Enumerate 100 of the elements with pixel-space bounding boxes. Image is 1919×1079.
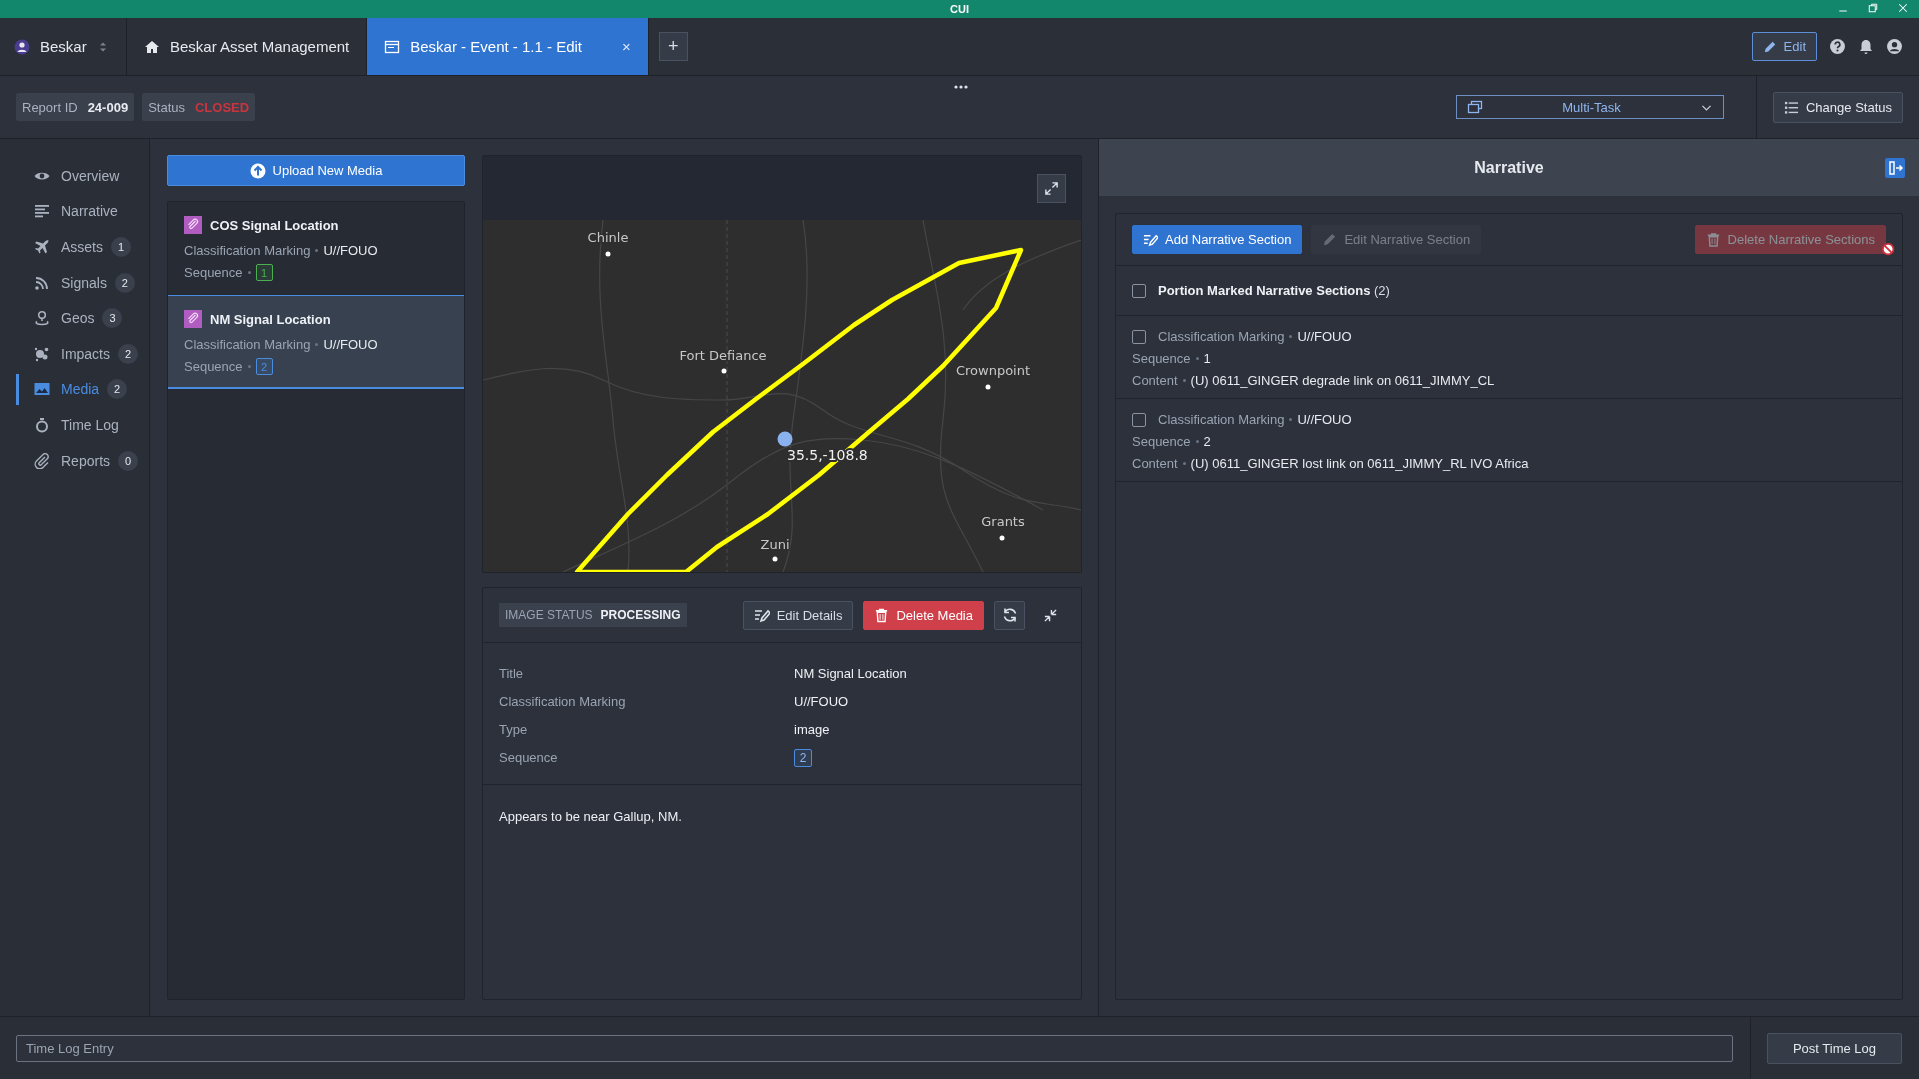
restore-icon[interactable] bbox=[1867, 2, 1879, 14]
airplane-icon bbox=[34, 239, 50, 255]
field-label: Sequence bbox=[184, 265, 243, 280]
add-button[interactable]: Add Narrative Section bbox=[1132, 225, 1303, 254]
field-label: Sequence bbox=[184, 359, 243, 374]
collapse-icon bbox=[1043, 607, 1058, 623]
pencil-icon bbox=[1322, 232, 1338, 247]
media-title: NM Signal Location bbox=[210, 311, 331, 327]
field-label: Title bbox=[499, 665, 525, 682]
report-id-badge: Report ID 24-009 bbox=[16, 93, 135, 121]
window-icon bbox=[384, 38, 401, 55]
separator-dot bbox=[1195, 440, 1199, 443]
change-status-button[interactable]: Change Status bbox=[1773, 91, 1903, 123]
sequence-badge: 2 bbox=[794, 748, 812, 767]
separator-dot bbox=[247, 365, 251, 368]
trash-icon bbox=[874, 607, 890, 623]
field-value: U//FOUO bbox=[1297, 412, 1352, 427]
nav-item[interactable]: Narrative bbox=[0, 193, 149, 230]
time-log-input[interactable]: Time Log Entry bbox=[16, 1034, 1733, 1062]
count-badge: 2 bbox=[107, 379, 128, 400]
nav-item[interactable]: Impacts 2 bbox=[0, 335, 149, 372]
attachment-icon bbox=[184, 310, 202, 328]
attachment-icon bbox=[184, 216, 202, 234]
edit-lines-icon bbox=[1143, 232, 1158, 247]
help-icon[interactable] bbox=[1829, 38, 1846, 55]
checkbox[interactable] bbox=[1132, 329, 1146, 344]
count-badge: 3 bbox=[102, 308, 123, 329]
view-select[interactable]: Multi-Task bbox=[1456, 95, 1724, 119]
nav-item[interactable]: Reports 0 bbox=[0, 442, 149, 479]
town-dot bbox=[999, 535, 1005, 541]
map-pin-icon bbox=[34, 310, 50, 327]
exit-panel-icon[interactable] bbox=[1885, 158, 1905, 178]
field-value: (U) 0611_GINGER degrade link on 0611_JIMMY_CL bbox=[1190, 373, 1495, 388]
nav-item[interactable]: Geos 3 bbox=[0, 300, 149, 336]
field-label: Classification Marking bbox=[1158, 412, 1285, 427]
map-label: Grants bbox=[981, 514, 1025, 529]
tab[interactable]: Beskar - Event - 1.1 - Edit × bbox=[367, 18, 649, 75]
signal-waves-icon bbox=[34, 274, 50, 291]
account-icon[interactable] bbox=[1886, 38, 1903, 55]
town-dot bbox=[985, 384, 991, 390]
town-dot bbox=[605, 251, 611, 257]
field-value: NM Signal Location bbox=[794, 665, 908, 682]
image-icon bbox=[34, 381, 50, 398]
checkbox[interactable] bbox=[1132, 412, 1146, 427]
close-icon[interactable] bbox=[1897, 2, 1909, 14]
separator-dot bbox=[315, 343, 319, 346]
delete-media-button[interactable]: Delete Media bbox=[863, 600, 984, 630]
nav-item[interactable]: Media 2 bbox=[0, 371, 149, 408]
stopwatch-icon bbox=[34, 416, 50, 433]
town-dot bbox=[772, 556, 778, 562]
map-label: Chinle bbox=[587, 230, 629, 245]
nav-item[interactable]: Overview bbox=[0, 158, 149, 194]
image-status-badge: IMAGE STATUS PROCESSING bbox=[499, 603, 687, 627]
separator-dot bbox=[1182, 379, 1186, 382]
sequence-badge: 1 bbox=[255, 264, 273, 281]
field-label: Type bbox=[499, 721, 529, 738]
edit-details-button[interactable]: Edit Details bbox=[742, 600, 854, 630]
panel-title: Narrative bbox=[1474, 158, 1544, 177]
nav-item[interactable]: Signals 2 bbox=[0, 264, 149, 301]
nav-item[interactable]: Assets 1 bbox=[0, 229, 149, 265]
media-card[interactable]: NM Signal Location Classification Marking U//FOUO Sequence 2 bbox=[168, 295, 464, 389]
field-label: Classification Marking bbox=[499, 693, 627, 710]
new-tab-button[interactable]: + bbox=[658, 32, 688, 61]
media-title: COS Signal Location bbox=[210, 217, 339, 233]
list-icon bbox=[1784, 99, 1799, 115]
field-label: Classification Marking bbox=[184, 337, 311, 352]
upload-button[interactable]: Upload New Media bbox=[167, 155, 465, 186]
edit-button[interactable]: Edit bbox=[1751, 32, 1817, 61]
field-label: Content bbox=[1132, 373, 1178, 388]
location-marker[interactable] bbox=[777, 431, 793, 447]
checkbox[interactable] bbox=[1132, 283, 1146, 298]
refresh-button[interactable] bbox=[994, 600, 1025, 630]
pencil-icon bbox=[1762, 39, 1777, 54]
separator-dot bbox=[1182, 462, 1186, 465]
more-icon[interactable] bbox=[953, 83, 969, 91]
separator-dot bbox=[247, 271, 251, 274]
text-lines-icon bbox=[34, 203, 50, 220]
bell-icon[interactable] bbox=[1858, 38, 1874, 55]
field-label: Sequence bbox=[1132, 351, 1191, 366]
field-label: Classification Marking bbox=[1158, 329, 1285, 344]
separator-dot bbox=[1289, 335, 1293, 338]
refresh-icon bbox=[1001, 607, 1018, 623]
field-label: Classification Marking bbox=[184, 243, 311, 258]
edit-lines-icon bbox=[753, 607, 770, 623]
expand-button[interactable] bbox=[1037, 173, 1066, 203]
count-badge: 2 bbox=[118, 343, 138, 364]
tab-close-button[interactable]: × bbox=[622, 38, 631, 55]
count-badge: 1 bbox=[111, 237, 131, 257]
user-icon bbox=[14, 38, 30, 55]
post-time-log-button[interactable]: Post Time Log bbox=[1767, 1032, 1902, 1064]
field-label: Sequence bbox=[499, 749, 559, 766]
count-badge: 0 bbox=[118, 450, 139, 471]
status-badge: Status CLOSED bbox=[142, 93, 256, 121]
field-value: image bbox=[794, 721, 831, 738]
map-label: Zuni bbox=[760, 537, 790, 552]
field-label: Content bbox=[1132, 456, 1178, 471]
nav-item[interactable]: Time Log bbox=[0, 407, 149, 443]
marking-value: U//FOUO bbox=[323, 243, 378, 258]
field-value: U//FOUO bbox=[794, 693, 850, 710]
section-heading: Portion Marked Narrative Sections (2) bbox=[1158, 283, 1390, 298]
